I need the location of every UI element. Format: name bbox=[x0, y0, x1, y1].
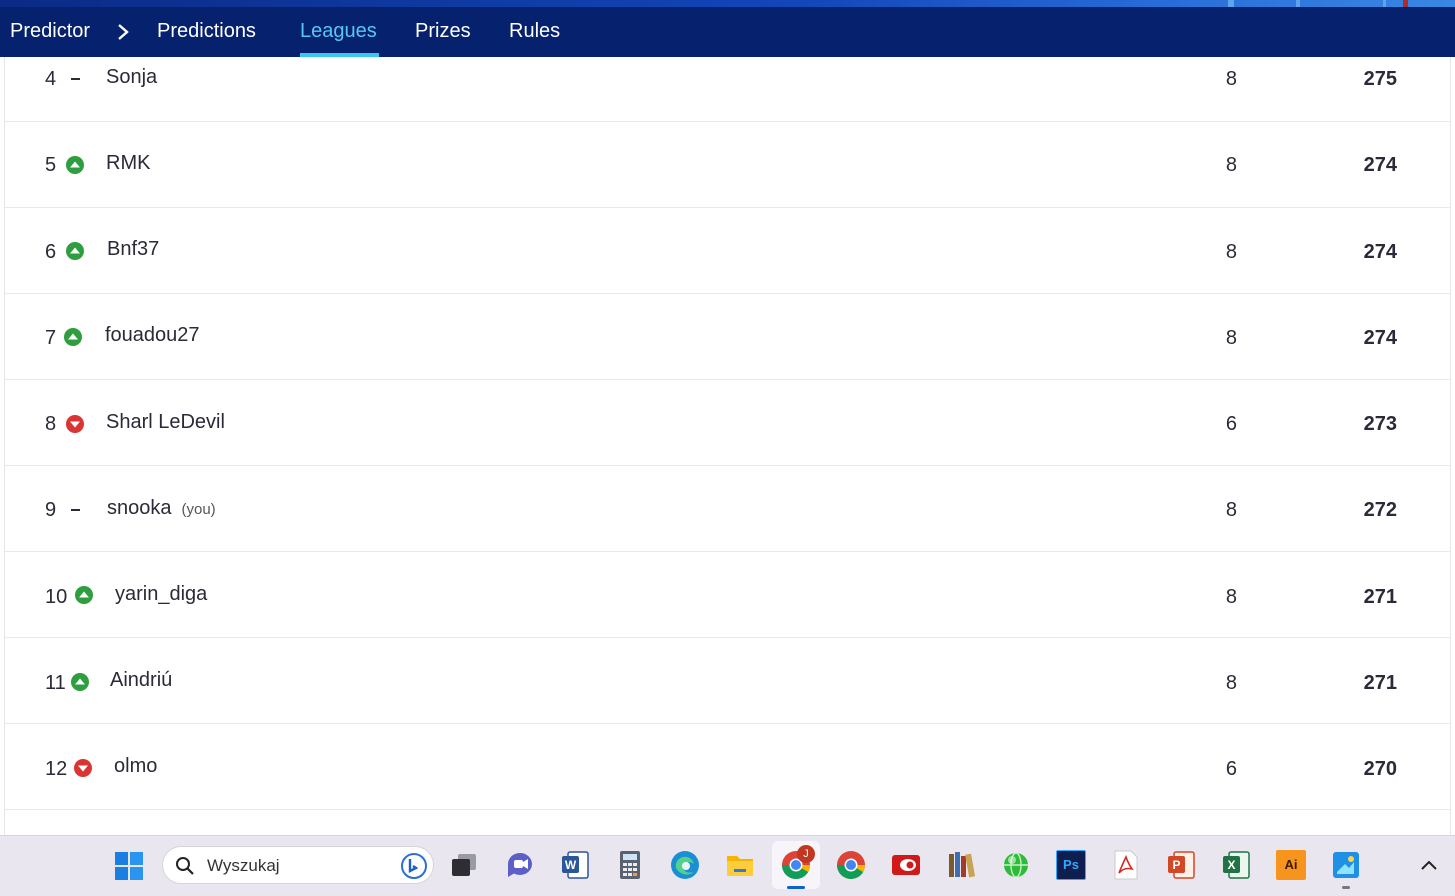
rank: 8 bbox=[45, 413, 57, 435]
player-name[interactable]: Bnf37 bbox=[107, 238, 159, 261]
arrow-down-icon bbox=[66, 415, 84, 433]
powerpoint-icon[interactable]: P bbox=[1166, 850, 1196, 880]
rank: 11 bbox=[45, 672, 66, 694]
photoshop-icon[interactable]: Ps bbox=[1056, 850, 1086, 880]
tab-rules[interactable]: Rules bbox=[509, 20, 560, 43]
library-icon[interactable] bbox=[946, 850, 976, 880]
player-name[interactable]: Aindriú bbox=[110, 669, 172, 692]
table-row[interactable]: 11 Aindriú 8 271 bbox=[5, 638, 1450, 724]
file-explorer-icon[interactable] bbox=[725, 850, 755, 880]
total-points: 270 bbox=[1363, 758, 1397, 780]
globe-icon[interactable] bbox=[1001, 850, 1031, 880]
total-points: 274 bbox=[1363, 241, 1397, 263]
calculator-icon[interactable] bbox=[615, 850, 645, 880]
table-row[interactable]: 5 RMK 8 274 bbox=[5, 122, 1450, 208]
round-value: 6 bbox=[1225, 413, 1237, 435]
top-navigation: Predictor Predictions Leagues Prizes Rul… bbox=[0, 0, 1455, 57]
total-points: 275 bbox=[1363, 68, 1397, 90]
player-name[interactable]: yarin_diga bbox=[115, 583, 207, 606]
total-points: 271 bbox=[1363, 672, 1397, 694]
search-icon bbox=[176, 857, 194, 875]
tab-leagues[interactable]: Leagues bbox=[300, 20, 377, 43]
you-label: (you) bbox=[181, 501, 216, 518]
svg-text:P: P bbox=[1172, 858, 1180, 872]
total-points: 271 bbox=[1363, 586, 1397, 608]
edge-icon[interactable] bbox=[670, 850, 700, 880]
arrow-down-icon bbox=[74, 759, 92, 777]
word-icon[interactable]: W bbox=[560, 850, 590, 880]
tab-predictions[interactable]: Predictions bbox=[157, 20, 256, 43]
start-icon[interactable] bbox=[114, 851, 144, 881]
table-row[interactable]: 8 Sharl LeDevil 6 273 bbox=[5, 380, 1450, 466]
rank: 9 bbox=[45, 499, 57, 521]
svg-text:X: X bbox=[1227, 858, 1235, 872]
rank: 5 bbox=[45, 154, 57, 176]
player-name[interactable]: Sharl LeDevil bbox=[106, 411, 225, 434]
round-value: 8 bbox=[1225, 672, 1237, 694]
illustrator-label: Ai bbox=[1284, 857, 1298, 872]
table-row[interactable]: 12 olmo 6 270 bbox=[5, 724, 1450, 810]
player-name[interactable]: fouadou27 bbox=[105, 324, 200, 347]
breadcrumb-predictor[interactable]: Predictor bbox=[10, 20, 90, 43]
round-value: 8 bbox=[1225, 241, 1237, 263]
running-app-indicator bbox=[1342, 886, 1350, 889]
round-value: 8 bbox=[1225, 499, 1237, 521]
arrow-up-icon bbox=[66, 156, 84, 174]
total-points: 273 bbox=[1363, 413, 1397, 435]
player-name[interactable]: olmo bbox=[114, 755, 157, 778]
total-points: 272 bbox=[1363, 499, 1397, 521]
table-row-current-user[interactable]: 9 snooka (you) 8 272 bbox=[5, 466, 1450, 552]
illustrator-icon[interactable]: Ai bbox=[1276, 850, 1306, 880]
chrome-alt-icon[interactable] bbox=[836, 850, 866, 880]
chevron-right-icon bbox=[118, 24, 129, 40]
player-name-text: snooka bbox=[107, 497, 172, 519]
task-view-icon[interactable] bbox=[449, 850, 479, 880]
search-placeholder: Wyszukaj bbox=[207, 856, 280, 875]
arrow-up-icon bbox=[75, 586, 93, 604]
total-points: 274 bbox=[1363, 327, 1397, 349]
rank: 10 bbox=[45, 586, 68, 608]
tab-prizes[interactable]: Prizes bbox=[415, 20, 471, 43]
rank: 12 bbox=[45, 758, 68, 780]
player-name[interactable]: Sonja bbox=[106, 66, 157, 89]
active-app-indicator bbox=[787, 886, 805, 889]
player-name[interactable]: RMK bbox=[106, 152, 150, 175]
round-value: 8 bbox=[1225, 154, 1237, 176]
rank: 4 bbox=[45, 68, 57, 90]
table-row[interactable]: 10 yarin_diga 8 271 bbox=[5, 552, 1450, 638]
svg-text:W: W bbox=[565, 858, 577, 872]
teams-chat-icon[interactable] bbox=[505, 850, 535, 880]
table-row[interactable]: 7 fouadou27 8 274 bbox=[5, 294, 1450, 380]
round-value: 8 bbox=[1225, 586, 1237, 608]
red-app-icon[interactable] bbox=[891, 850, 921, 880]
table-row[interactable]: 6 Bnf37 8 274 bbox=[5, 208, 1450, 294]
bing-icon[interactable] bbox=[401, 853, 427, 879]
round-value: 8 bbox=[1225, 327, 1237, 349]
acrobat-icon[interactable] bbox=[1111, 850, 1141, 880]
arrow-up-icon bbox=[71, 673, 89, 691]
no-change-icon bbox=[71, 509, 80, 511]
taskbar-search-box[interactable]: Wyszukaj bbox=[162, 846, 434, 884]
arrow-up-icon bbox=[64, 328, 82, 346]
round-value: 6 bbox=[1225, 758, 1237, 780]
rank: 6 bbox=[45, 241, 57, 263]
profile-badge: J bbox=[797, 845, 815, 863]
rank: 7 bbox=[45, 327, 57, 349]
no-change-icon bbox=[71, 78, 80, 80]
header-stripe bbox=[0, 0, 1455, 7]
total-points: 274 bbox=[1363, 154, 1397, 176]
league-standings-table: 4 Sonja 8 275 5 RMK 8 274 6 Bnf37 8 274 … bbox=[4, 57, 1451, 835]
taskbar: Wyszukaj W J Ps P X Ai bbox=[0, 835, 1455, 896]
nav-bar: Predictor Predictions Leagues Prizes Rul… bbox=[0, 7, 1455, 57]
arrow-up-icon bbox=[66, 242, 84, 260]
chevron-up-icon[interactable] bbox=[1418, 856, 1440, 874]
round-value: 8 bbox=[1225, 68, 1237, 90]
table-row[interactable]: 4 Sonja 8 275 bbox=[5, 57, 1450, 122]
paint-icon[interactable] bbox=[1331, 850, 1361, 880]
player-name[interactable]: snooka (you) bbox=[107, 497, 216, 520]
excel-icon[interactable]: X bbox=[1221, 850, 1251, 880]
photoshop-label: Ps bbox=[1063, 857, 1079, 872]
